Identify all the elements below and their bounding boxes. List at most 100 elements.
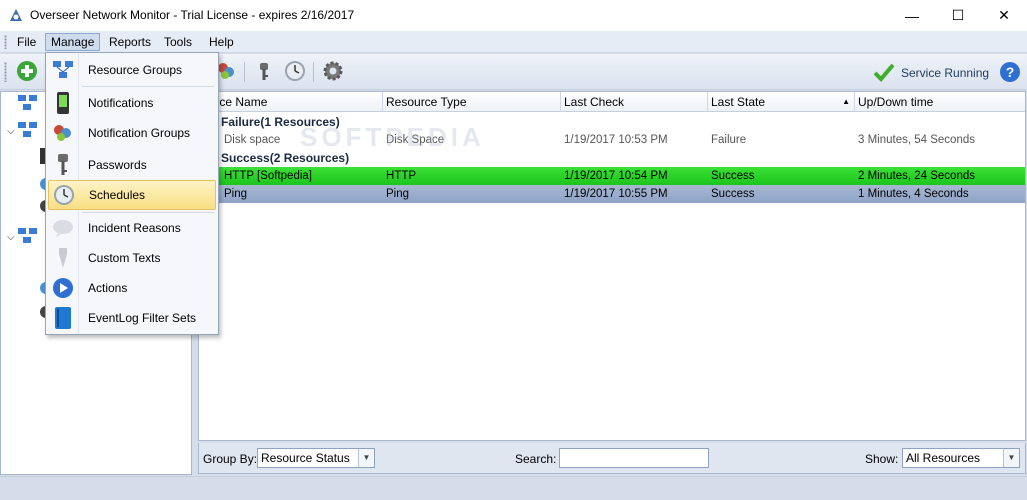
service-status: Service Running ? [873,61,1021,86]
menu-item-custom-texts[interactable]: Custom Texts [48,243,216,273]
notification-groups-icon [48,118,78,148]
group-by-select[interactable]: Resource Status ▼ [257,448,375,468]
window-title: Overseer Network Monitor - Trial License… [30,8,355,22]
group-by-value: Resource Status [261,451,350,465]
table-row[interactable]: HTTP [Softpedia] HTTP 1/19/2017 10:54 PM… [199,167,1025,185]
cell-last-check: 1/19/2017 10:55 PM [564,188,668,200]
cell-last-check: 1/19/2017 10:54 PM [564,170,668,182]
menu-item-label: Notification Groups [88,126,191,140]
menu-reports[interactable]: Reports [104,33,156,51]
resource-groups-icon [17,121,39,142]
column-last-state-label: Last State [711,95,766,109]
menu-item-incident-reasons[interactable]: Incident Reasons [48,213,216,243]
menu-separator [82,86,214,87]
menu-item-eventlog-filter-sets[interactable]: EventLog Filter Sets [48,303,216,333]
menu-item-label: Actions [88,281,128,295]
menu-item-label: Incident Reasons [88,221,181,235]
minimize-button[interactable]: — [889,0,935,31]
menu-manage[interactable]: Manage [45,33,101,51]
schedules-icon [284,60,306,85]
menu-help[interactable]: Help [204,33,239,51]
cell-last-state: Success [711,170,755,182]
cell-updown-time: 2 Minutes, 24 Seconds [858,170,975,182]
resource-groups-icon [48,55,78,85]
svg-text:?: ? [1006,64,1015,80]
gear-icon [322,60,344,85]
chevron-down-icon[interactable]: ▼ [358,449,374,467]
grid-header: ource Name Resource Type Last Check Last… [199,92,1025,112]
menu-item-label: Notifications [88,96,154,110]
menu-item-schedules[interactable]: Schedules [48,180,216,210]
schedules-icon [49,180,79,210]
menu-item-label: Schedules [89,188,146,202]
cell-resource-name: HTTP [Softpedia] [224,170,312,182]
menu-item-label: Passwords [88,158,147,172]
menu-item-notification-groups[interactable]: Notification Groups [48,118,216,148]
column-last-state[interactable]: Last State ▲ [708,92,855,112]
tree-node[interactable] [1,94,39,115]
group-header-failure[interactable]: Failure(1 Resources) [199,113,1025,131]
cell-resource-type: HTTP [386,170,417,182]
search-input[interactable] [559,448,709,468]
toolbar-separator [313,62,314,82]
column-updown-time[interactable]: Up/Down time [855,92,1025,112]
chevron-down-icon[interactable]: ⌵ [7,126,17,137]
menu-item-resource-groups[interactable]: Resource Groups [48,55,216,85]
cell-last-state: Success [711,188,755,200]
tree-node[interactable]: ⌵ [1,121,39,142]
column-last-check[interactable]: Last Check [561,92,708,112]
table-row[interactable]: Disk space Disk Space 1/19/2017 10:53 PM… [199,131,1025,149]
column-resource-name[interactable]: ource Name [199,92,383,112]
menu-grip-icon[interactable] [4,35,7,49]
group-header-success[interactable]: Success(2 Resources) [199,149,1025,167]
chevron-down-icon[interactable]: ▼ [1003,449,1019,467]
tree-node[interactable]: ⌵ [1,227,39,248]
help-icon: ? [1000,61,1021,82]
menu-file[interactable]: File [12,33,41,51]
table-row-selected[interactable]: Ping Ping 1/19/2017 10:55 PM Success 1 M… [199,185,1025,203]
cell-updown-time: 1 Minutes, 4 Seconds [858,188,969,200]
menu-tools[interactable]: Tools [159,33,197,51]
menu-item-notifications[interactable]: Notifications [48,88,216,118]
search-label: Search: [515,452,557,466]
actions-icon [48,273,78,303]
passwords-icon [48,150,78,180]
notifications-icon [48,88,78,118]
filter-bar: Group By: Resource Status ▼ Search: Show… [198,443,1026,474]
status-bar [0,476,1027,500]
menu-item-label: Resource Groups [88,63,183,77]
column-resource-type[interactable]: Resource Type [383,92,561,112]
resource-groups-icon [17,94,39,115]
group-by-label: Group By: [203,452,258,466]
show-label: Show: [865,452,899,466]
maximize-button[interactable]: ☐ [935,0,981,31]
app-logo-icon [8,7,24,23]
manage-menu-dropdown: Resource Groups Notifications Notificati… [45,52,219,335]
menu-item-label: Custom Texts [88,251,161,265]
show-value: All Resources [906,451,981,465]
menu-item-passwords[interactable]: Passwords [48,150,216,180]
resource-groups-icon [17,227,39,248]
cell-updown-time: 3 Minutes, 54 Seconds [858,134,975,146]
help-button[interactable]: ? [999,61,1021,86]
add-button[interactable] [15,60,39,84]
toolbar-grip-icon[interactable] [4,62,7,82]
settings-button[interactable] [321,60,345,84]
check-icon [873,62,895,85]
eventlog-filter-sets-icon [48,303,78,333]
passwords-button[interactable] [252,60,276,84]
passwords-icon [253,60,275,85]
chevron-down-icon[interactable]: ⌵ [7,232,17,243]
cell-resource-name: Disk space [224,134,281,146]
menu-item-label: EventLog Filter Sets [88,311,197,325]
schedules-button[interactable] [283,60,307,84]
cell-last-state: Failure [711,134,747,146]
custom-texts-icon [48,243,78,273]
sort-ascending-icon: ▲ [842,97,850,106]
menu-item-actions[interactable]: Actions [48,273,216,303]
service-status-text: Service Running [901,66,990,80]
show-select[interactable]: All Resources ▼ [902,448,1020,468]
close-button[interactable]: ✕ [981,0,1027,31]
incident-reasons-icon [48,213,78,243]
title-bar: Overseer Network Monitor - Trial License… [0,0,1027,31]
